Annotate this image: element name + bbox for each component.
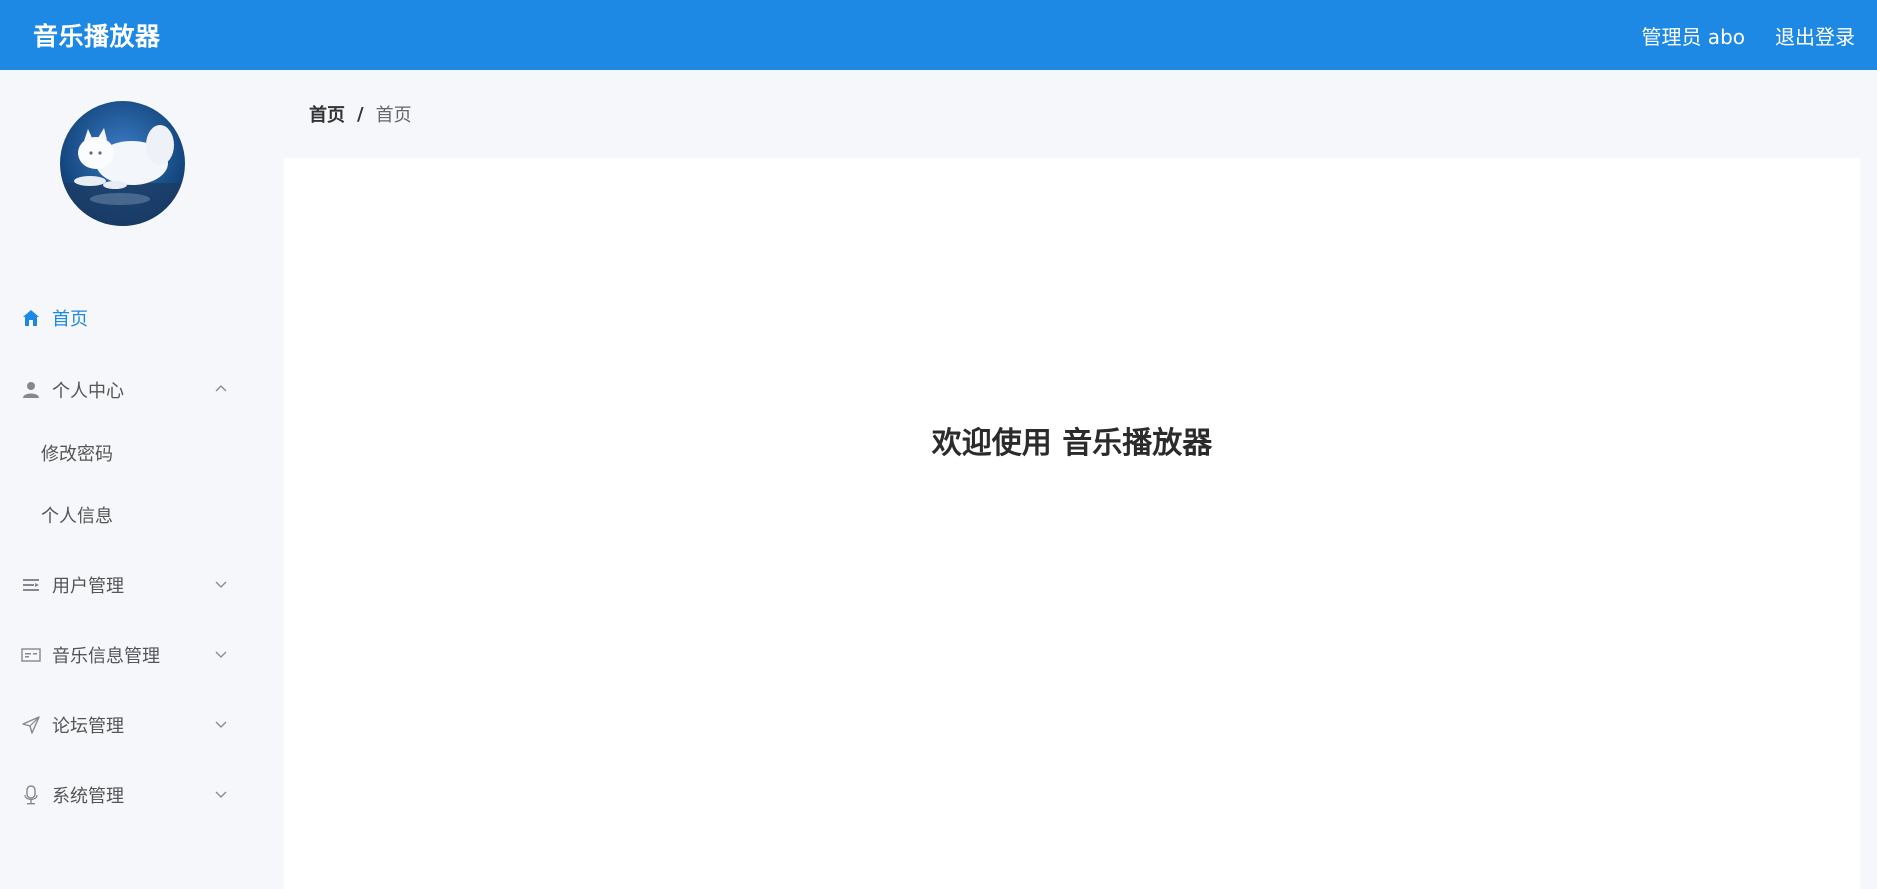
sidebar-item-forum-management[interactable]: 论坛管理 [0,700,252,750]
breadcrumb-home[interactable]: 首页 [309,101,345,127]
avatar [60,101,185,226]
current-user-label: 管理员 abo [1641,24,1745,49]
sidebar: 首页 个人中心 修改密码 个人信息 用户管理 音乐信息管理 论坛管理 系统管理 [0,70,252,889]
chevron-down-icon [215,721,227,728]
home-icon [20,307,42,329]
sidebar-item-label: 首页 [52,309,88,330]
chevron-down-icon [215,651,227,658]
cat-avatar-image [60,101,185,226]
main-area: 首页 / 首页 欢迎使用 音乐播放器 [284,70,1860,889]
welcome-heading: 欢迎使用 音乐播放器 [931,426,1213,461]
app-title: 音乐播放器 [33,22,161,51]
breadcrumb-separator: / [357,103,364,125]
breadcrumb-current: 首页 [375,105,412,126]
user-icon [20,379,42,401]
sidebar-item-music-info-management[interactable]: 音乐信息管理 [0,630,252,680]
sidebar-item-system-management[interactable]: 系统管理 [0,770,252,820]
sidebar-item-label: 用户管理 [52,576,124,597]
sidebar-item-user-management[interactable]: 用户管理 [0,560,252,610]
sidebar-item-label: 系统管理 [52,786,124,807]
card-icon [20,644,42,666]
content-panel: 欢迎使用 音乐播放器 [284,158,1860,889]
sidebar-subitem-personal-info[interactable]: 个人信息 [0,492,252,538]
chevron-down-icon [215,581,227,588]
microphone-icon [20,784,42,806]
sidebar-item-label: 音乐信息管理 [52,646,160,667]
chevron-down-icon [215,791,227,798]
sidebar-subitem-label: 修改密码 [41,444,113,465]
list-icon [20,574,42,596]
sidebar-subitem-label: 个人信息 [41,506,113,527]
breadcrumb: 首页 / 首页 [284,70,1860,158]
logout-button[interactable]: 退出登录 [1775,21,1855,50]
chevron-up-icon [215,385,227,392]
sidebar-item-label: 论坛管理 [52,716,124,737]
sidebar-subitem-change-password[interactable]: 修改密码 [0,430,252,476]
sidebar-item-home[interactable]: 首页 [0,293,252,343]
top-right-area: 管理员 abo 退出登录 [1641,21,1855,50]
sidebar-item-personal-center[interactable]: 个人中心 [0,365,252,415]
sidebar-item-label: 个人中心 [52,381,124,402]
top-navbar: 音乐播放器 管理员 abo 退出登录 [0,0,1877,70]
send-icon [20,714,42,736]
